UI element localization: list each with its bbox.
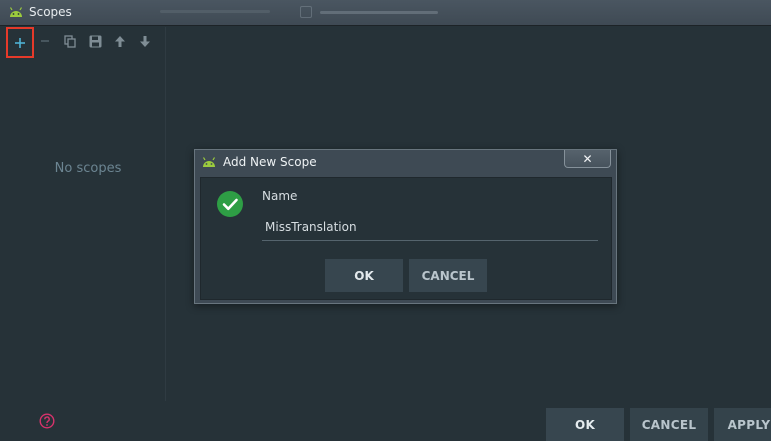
add-scope-button[interactable] bbox=[6, 27, 34, 58]
copy-scope-button[interactable] bbox=[59, 30, 81, 52]
name-label: Name bbox=[262, 189, 298, 203]
dialog-ok-button[interactable]: OK bbox=[325, 259, 403, 292]
dialog-footer: OK CANCEL APPLY bbox=[0, 401, 771, 441]
copy-icon bbox=[64, 34, 76, 48]
scope-name-input[interactable] bbox=[262, 213, 598, 241]
android-icon bbox=[202, 157, 216, 167]
check-circle-icon bbox=[217, 191, 243, 217]
minus-icon bbox=[41, 40, 49, 42]
scopes-panel: No scopes bbox=[6, 27, 166, 401]
dialog-title: Add New Scope bbox=[223, 155, 317, 169]
move-down-button[interactable] bbox=[134, 30, 156, 52]
dialog-body: Name OK CANCEL bbox=[200, 177, 612, 300]
window-title: Scopes bbox=[29, 5, 72, 19]
remove-scope-button[interactable] bbox=[34, 30, 56, 52]
scopes-toolbar bbox=[6, 27, 166, 58]
save-scope-button[interactable] bbox=[84, 30, 106, 52]
footer-ok-button[interactable]: OK bbox=[546, 408, 624, 441]
footer-cancel-button[interactable]: CANCEL bbox=[630, 408, 708, 441]
plus-icon bbox=[15, 37, 25, 48]
dialog-titlebar: Add New Scope ✕ bbox=[195, 150, 616, 176]
background-ghost-line bbox=[160, 10, 270, 13]
checkbox-icon bbox=[300, 6, 312, 18]
arrow-down-icon bbox=[140, 35, 150, 47]
help-icon[interactable] bbox=[39, 413, 55, 429]
window-titlebar: Scopes bbox=[0, 0, 771, 26]
dialog-close-button[interactable]: ✕ bbox=[564, 150, 611, 168]
dialog-cancel-button[interactable]: CANCEL bbox=[409, 259, 487, 292]
scopes-empty-text: No scopes bbox=[54, 161, 122, 176]
footer-apply-button[interactable]: APPLY bbox=[714, 408, 771, 441]
include-test-sources-hint bbox=[320, 11, 438, 14]
move-up-button[interactable] bbox=[109, 30, 131, 52]
arrow-up-icon bbox=[115, 35, 125, 47]
background-checkbox-hint bbox=[300, 4, 450, 20]
close-icon: ✕ bbox=[582, 151, 593, 166]
save-icon bbox=[89, 35, 101, 47]
add-new-scope-dialog: Add New Scope ✕ Name OK CANCEL bbox=[194, 149, 617, 304]
android-icon bbox=[9, 7, 23, 17]
